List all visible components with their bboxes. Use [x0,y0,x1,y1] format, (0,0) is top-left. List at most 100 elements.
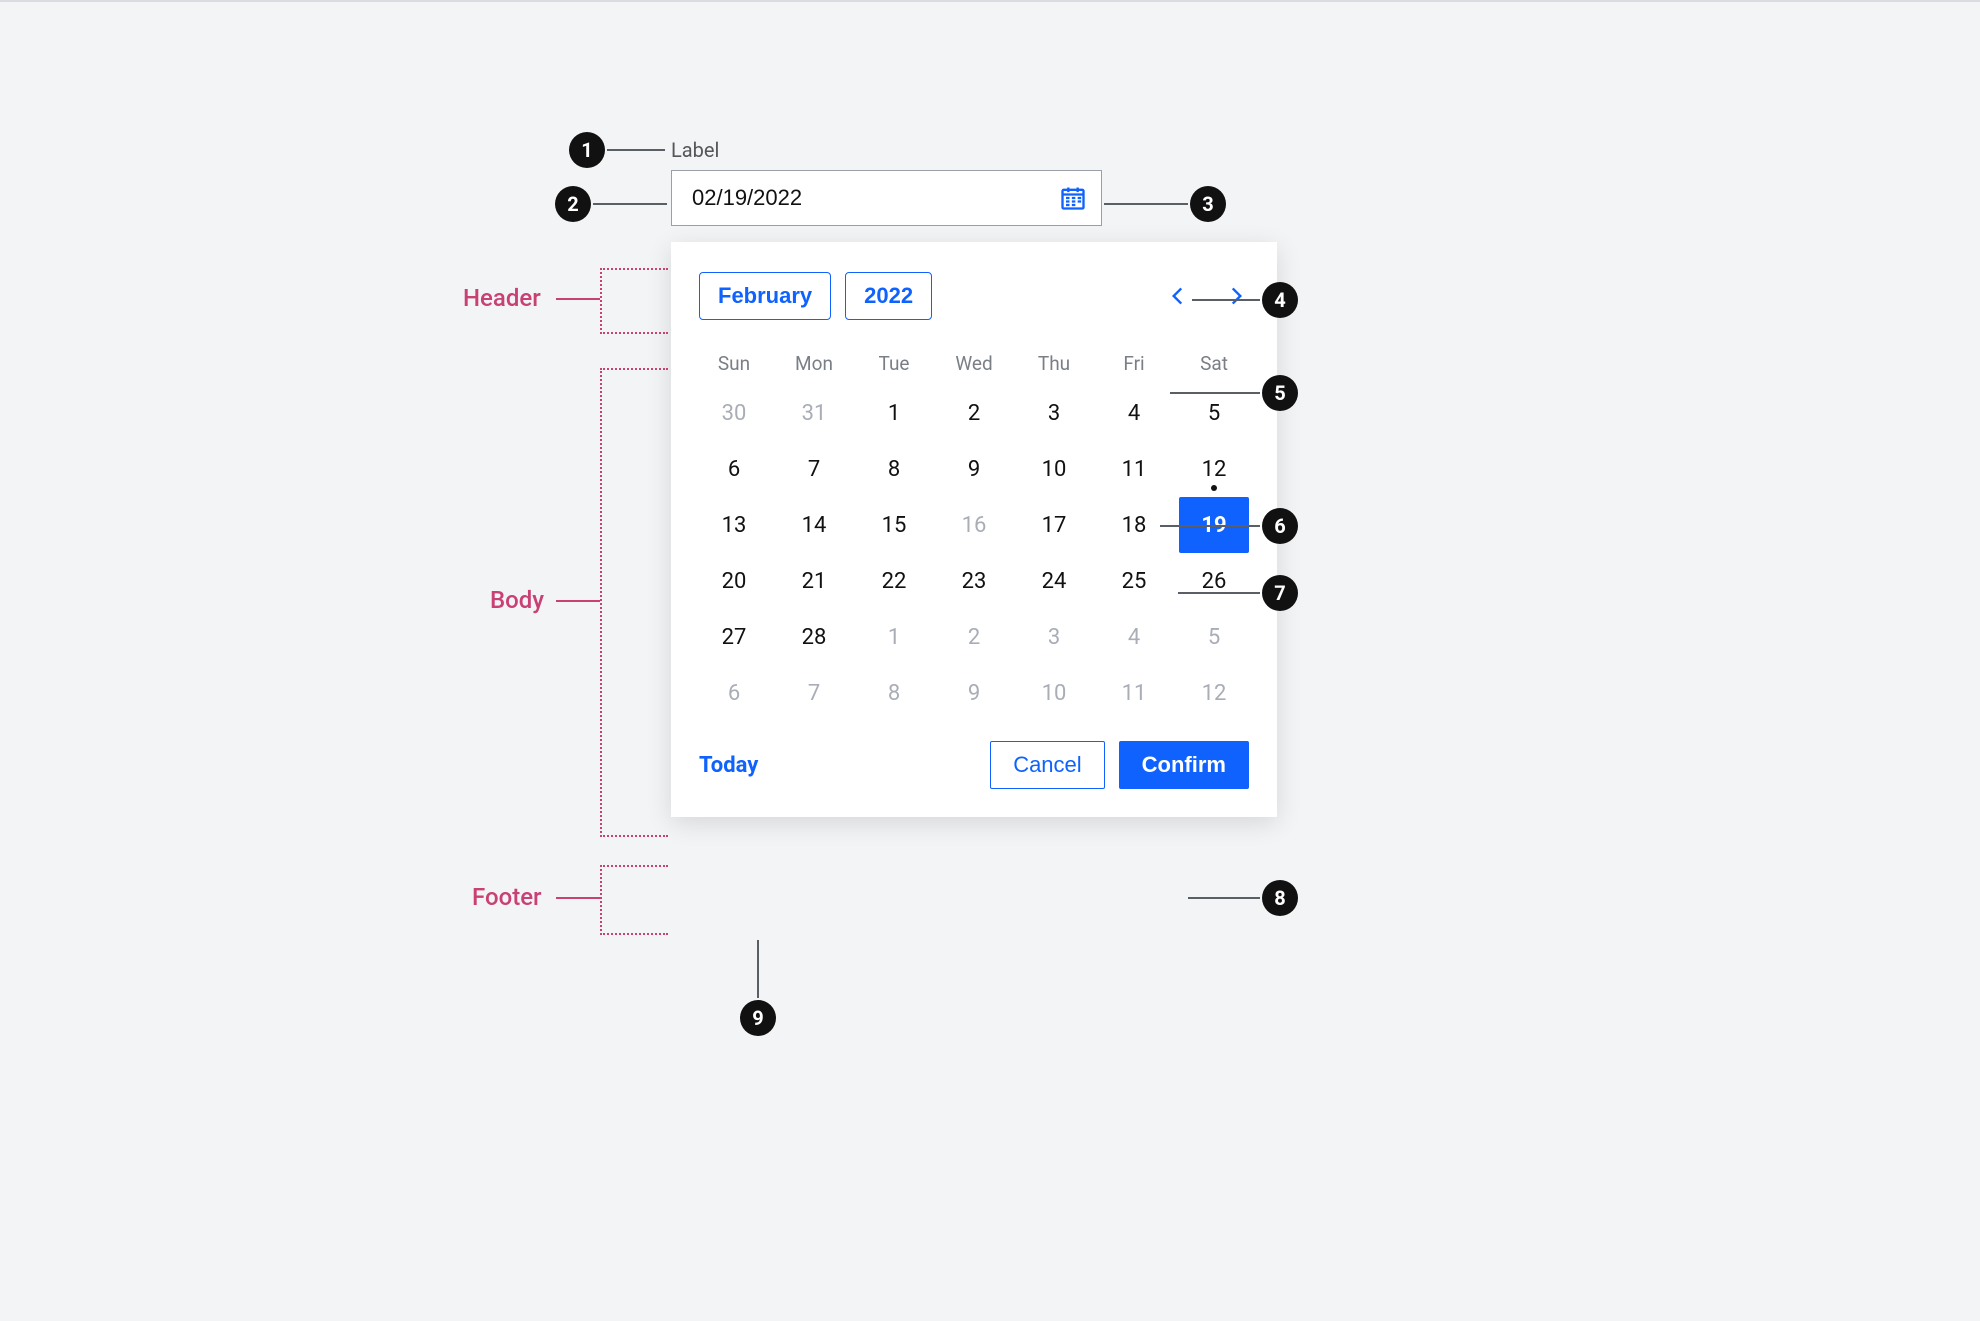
calendar-week-row: 303112345 [699,385,1249,441]
weekday-label: Mon [779,346,849,385]
callout-9: 9 [740,1000,776,1036]
calendar-day[interactable]: 9 [939,665,1009,721]
calendar-day[interactable]: 3 [1019,609,1089,665]
date-field[interactable] [671,170,1102,226]
weekday-label: Thu [1019,346,1089,385]
calendar-day[interactable]: 25 [1099,553,1169,609]
weekday-label: Sat [1179,346,1249,385]
date-field-group: Label [671,138,1102,226]
calendar-panel: February 2022 Sun Mon Tue Wed Thu Fri Sa… [671,242,1277,817]
callout-4-lead [1192,299,1260,301]
month-select-button[interactable]: February [699,272,831,320]
calendar-day-today[interactable]: 12 [1179,441,1249,497]
today-link[interactable]: Today [699,753,758,778]
calendar-day[interactable]: 6 [699,441,769,497]
callout-3: 3 [1190,186,1226,222]
calendar-day[interactable]: 22 [859,553,929,609]
calendar-day[interactable]: 10 [1019,441,1089,497]
calendar-day[interactable]: 2 [939,385,1009,441]
callout-5: 5 [1262,375,1298,411]
callout-7: 7 [1262,575,1298,611]
diagram-stage: { "field": { "label": "Label", "value": … [0,0,1980,1321]
chevron-left-icon [1165,283,1191,309]
calendar-week-row: 20212223242526 [699,553,1249,609]
section-label-body: Body [490,586,544,614]
callout-6: 6 [1262,508,1298,544]
calendar-day[interactable]: 28 [779,609,849,665]
calendar-day[interactable]: 7 [779,441,849,497]
callout-7-lead [1178,592,1260,594]
calendar-day[interactable]: 5 [1179,609,1249,665]
calendar-icon[interactable] [1059,184,1087,212]
date-input[interactable] [690,184,1059,212]
calendar-week-row: 6789101112 [699,441,1249,497]
footer-bracket [600,865,668,935]
body-bracket [600,368,668,837]
calendar-day: 16 [939,497,1009,553]
body-lead [556,600,600,602]
calendar-day[interactable]: 3 [1019,385,1089,441]
calendar-day[interactable]: 1 [859,609,929,665]
date-field-label: Label [671,138,1102,162]
callout-5-lead [1170,392,1260,394]
calendar-day[interactable]: 4 [1099,609,1169,665]
calendar-day[interactable]: 27 [699,609,769,665]
year-select-button[interactable]: 2022 [845,272,932,320]
footer-lead [556,897,600,899]
calendar-day[interactable]: 31 [779,385,849,441]
calendar-day[interactable]: 15 [859,497,929,553]
callout-2-lead [593,203,667,205]
weekday-label: Sun [699,346,769,385]
calendar-day[interactable]: 24 [1019,553,1089,609]
callout-2: 2 [555,186,591,222]
weekday-header-row: Sun Mon Tue Wed Thu Fri Sat [699,346,1249,385]
header-bracket [600,268,668,334]
weekday-label: Wed [939,346,1009,385]
calendar-day[interactable]: 11 [1099,665,1169,721]
calendar-day[interactable]: 8 [859,441,929,497]
confirm-button[interactable]: Confirm [1119,741,1249,789]
calendar-day[interactable]: 4 [1099,385,1169,441]
callout-9-lead [757,940,759,998]
calendar-day[interactable]: 18 [1099,497,1169,553]
callout-1: 1 [569,132,605,168]
callout-8: 8 [1262,880,1298,916]
calendar-day[interactable]: 11 [1099,441,1169,497]
weekday-label: Tue [859,346,929,385]
calendar-day[interactable]: 9 [939,441,1009,497]
calendar-day[interactable]: 14 [779,497,849,553]
calendar-day[interactable]: 2 [939,609,1009,665]
calendar-day[interactable]: 23 [939,553,1009,609]
callout-6-lead [1160,525,1260,527]
callout-1-lead [607,149,665,151]
callout-4: 4 [1262,282,1298,318]
calendar-week-row: 272812345 [699,609,1249,665]
calendar-day[interactable]: 30 [699,385,769,441]
calendar-day[interactable]: 7 [779,665,849,721]
calendar-day[interactable]: 12 [1179,665,1249,721]
calendar-day[interactable]: 8 [859,665,929,721]
chevron-right-icon [1223,283,1249,309]
calendar-day[interactable]: 20 [699,553,769,609]
cancel-button[interactable]: Cancel [990,741,1104,789]
next-month-button[interactable] [1223,283,1249,309]
prev-month-button[interactable] [1165,283,1191,309]
callout-3-lead [1104,203,1188,205]
calendar-day[interactable]: 13 [699,497,769,553]
calendar-day[interactable]: 6 [699,665,769,721]
header-lead [556,298,600,300]
calendar-footer: Today Cancel Confirm [699,741,1249,789]
callout-8-lead [1188,897,1260,899]
calendar-grid: Sun Mon Tue Wed Thu Fri Sat 303112345678… [699,346,1249,721]
calendar-day[interactable]: 17 [1019,497,1089,553]
calendar-day[interactable]: 10 [1019,665,1089,721]
weekday-label: Fri [1099,346,1169,385]
month-nav [1165,283,1249,309]
calendar-day[interactable]: 1 [859,385,929,441]
section-label-footer: Footer [472,883,542,911]
calendar-week-row: 6789101112 [699,665,1249,721]
calendar-day[interactable]: 21 [779,553,849,609]
calendar-header: February 2022 [699,272,1249,320]
section-label-header: Header [463,284,541,312]
calendar-day[interactable]: 26 [1179,553,1249,609]
